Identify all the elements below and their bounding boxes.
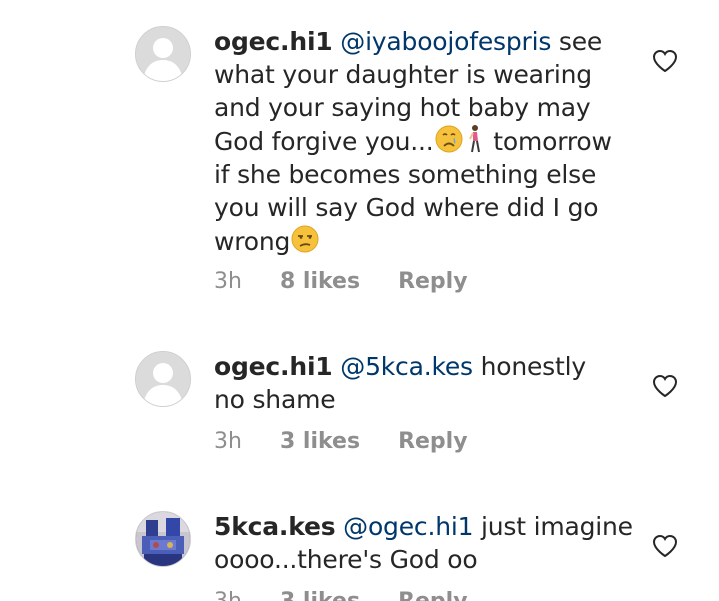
comment-mention[interactable]: @ogec.hi1 xyxy=(343,512,473,541)
reply-button[interactable]: Reply xyxy=(398,589,468,601)
comment-body: 5kca.kes @ogec.hi1 just imagine oooo...t… xyxy=(214,510,634,576)
comment-item: 5kca.kes @ogec.hi1 just imagine oooo...t… xyxy=(0,0,719,601)
comment-likes-count[interactable]: 3 likes xyxy=(280,589,360,601)
comment-username[interactable]: 5kca.kes xyxy=(214,512,336,541)
comment-timestamp: 3h xyxy=(214,589,242,601)
comment-meta: 3h 3 likes Reply xyxy=(214,589,468,601)
profile-photo[interactable] xyxy=(135,511,191,567)
heart-outline-icon[interactable] xyxy=(652,534,678,558)
comments-list: ogec.hi1 @iyaboojofespris see what your … xyxy=(0,0,719,601)
